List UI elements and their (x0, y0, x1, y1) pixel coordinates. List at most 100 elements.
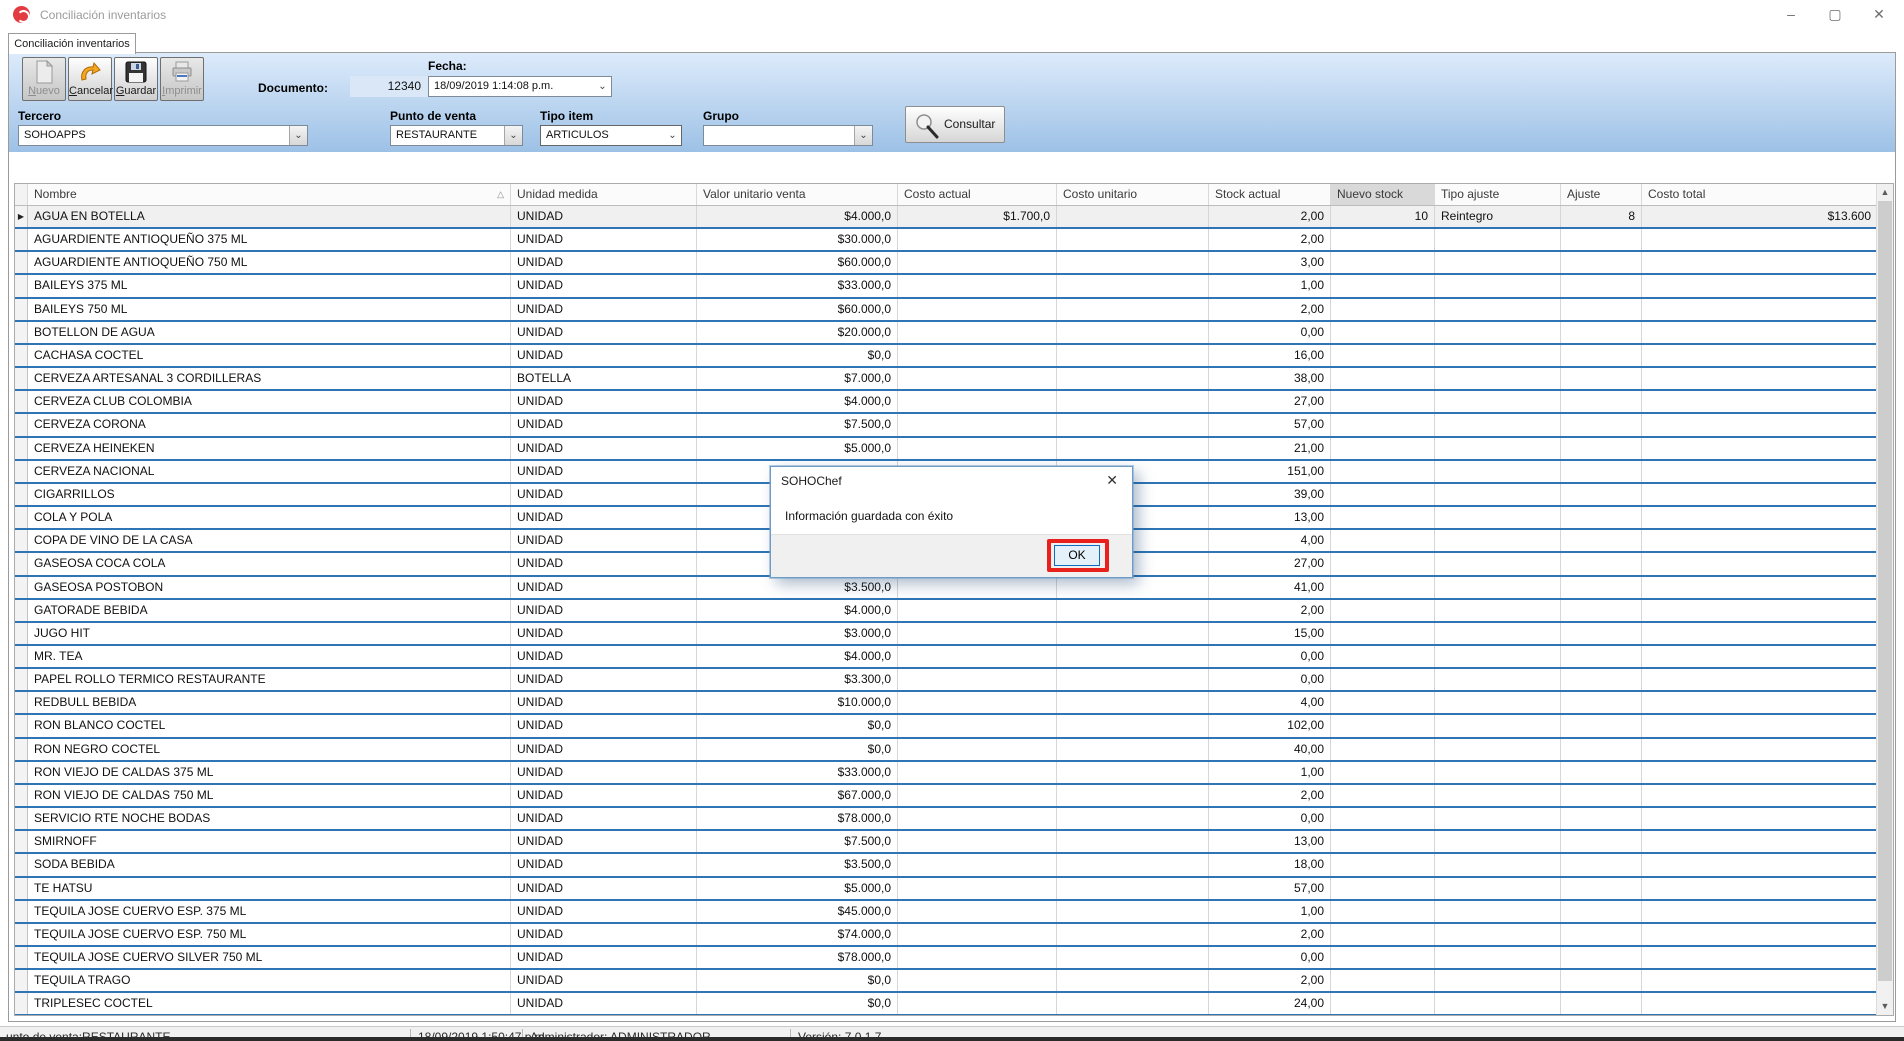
cell-ajuste[interactable] (1561, 623, 1642, 644)
column-header-ajuste[interactable]: Ajuste (1561, 184, 1642, 205)
cell-costo-unitario[interactable] (1057, 739, 1209, 760)
table-row[interactable]: TEQUILA JOSE CUERVO ESP. 375 MLUNIDAD$45… (15, 901, 1878, 924)
cell-ajuste[interactable] (1561, 461, 1642, 482)
cell-costo-total[interactable] (1642, 878, 1878, 899)
cell-costo-total[interactable] (1642, 646, 1878, 667)
cell-ajuste[interactable] (1561, 391, 1642, 412)
table-row[interactable]: RON VIEJO DE CALDAS 375 MLUNIDAD$33.000,… (15, 762, 1878, 785)
cell-nuevo-stock[interactable] (1331, 808, 1435, 829)
cell-tipo-ajuste[interactable] (1435, 993, 1561, 1014)
cell-nombre[interactable]: CERVEZA HEINEKEN (28, 438, 511, 459)
table-row[interactable]: BAILEYS 375 MLUNIDAD$33.000,01,00 (15, 275, 1878, 298)
cell-costo-unitario[interactable] (1057, 600, 1209, 621)
cell-tipo-ajuste[interactable] (1435, 692, 1561, 713)
cell-unidad-medida[interactable]: UNIDAD (511, 646, 697, 667)
cell-tipo-ajuste[interactable] (1435, 854, 1561, 875)
cell-stock-actual[interactable]: 1,00 (1209, 762, 1331, 783)
cell-unidad-medida[interactable]: UNIDAD (511, 785, 697, 806)
cell-nombre[interactable]: CERVEZA CLUB COLOMBIA (28, 391, 511, 412)
cell-unidad-medida[interactable]: UNIDAD (511, 600, 697, 621)
cell-ajuste[interactable] (1561, 299, 1642, 320)
cell-tipo-ajuste[interactable] (1435, 438, 1561, 459)
cell-nuevo-stock[interactable] (1331, 275, 1435, 296)
column-header-tipo-ajuste[interactable]: Tipo ajuste (1435, 184, 1561, 205)
table-row[interactable]: MR. TEAUNIDAD$4.000,00,00 (15, 646, 1878, 669)
cell-costo-unitario[interactable] (1057, 669, 1209, 690)
cell-valor-unitario-venta[interactable]: $0,0 (697, 715, 898, 736)
cell-nuevo-stock[interactable] (1331, 252, 1435, 273)
cell-nuevo-stock[interactable] (1331, 947, 1435, 968)
cell-stock-actual[interactable]: 4,00 (1209, 530, 1331, 551)
cell-tipo-ajuste[interactable] (1435, 970, 1561, 991)
cell-costo-unitario[interactable] (1057, 947, 1209, 968)
cell-costo-actual[interactable] (898, 577, 1057, 598)
cell-tipo-ajuste[interactable] (1435, 715, 1561, 736)
cell-nombre[interactable]: CERVEZA NACIONAL (28, 461, 511, 482)
cell-nuevo-stock[interactable] (1331, 901, 1435, 922)
cell-tipo-ajuste[interactable] (1435, 577, 1561, 598)
cell-nombre[interactable]: GATORADE BEBIDA (28, 600, 511, 621)
cell-ajuste[interactable] (1561, 577, 1642, 598)
cell-costo-total[interactable] (1642, 831, 1878, 852)
cell-valor-unitario-venta[interactable]: $10.000,0 (697, 692, 898, 713)
cell-tipo-ajuste[interactable] (1435, 507, 1561, 528)
cell-unidad-medida[interactable]: UNIDAD (511, 322, 697, 343)
documento-field[interactable]: 12340 (350, 76, 428, 97)
cell-ajuste[interactable] (1561, 553, 1642, 574)
table-row[interactable]: AGUARDIENTE ANTIOQUEÑO 750 MLUNIDAD$60.0… (15, 252, 1878, 275)
cell-ajuste[interactable] (1561, 438, 1642, 459)
table-row[interactable]: PAPEL ROLLO TERMICO RESTAURANTEUNIDAD$3.… (15, 669, 1878, 692)
cell-costo-total[interactable] (1642, 553, 1878, 574)
cell-costo-unitario[interactable] (1057, 993, 1209, 1014)
cell-stock-actual[interactable]: 151,00 (1209, 461, 1331, 482)
cell-valor-unitario-venta[interactable]: $0,0 (697, 345, 898, 366)
cell-tipo-ajuste[interactable] (1435, 600, 1561, 621)
cell-stock-actual[interactable]: 1,00 (1209, 275, 1331, 296)
cell-costo-actual[interactable]: $1.700,0 (898, 206, 1057, 227)
cell-nuevo-stock[interactable] (1331, 414, 1435, 435)
cell-stock-actual[interactable]: 2,00 (1209, 785, 1331, 806)
table-row[interactable]: CERVEZA HEINEKENUNIDAD$5.000,021,00 (15, 438, 1878, 461)
cell-tipo-ajuste[interactable] (1435, 275, 1561, 296)
column-header-costo-unitario[interactable]: Costo unitario (1057, 184, 1209, 205)
cell-costo-unitario[interactable] (1057, 229, 1209, 250)
cell-nuevo-stock[interactable] (1331, 438, 1435, 459)
cell-costo-actual[interactable] (898, 878, 1057, 899)
cell-costo-unitario[interactable] (1057, 808, 1209, 829)
cell-valor-unitario-venta[interactable]: $5.000,0 (697, 438, 898, 459)
cell-tipo-ajuste[interactable]: Reintegro (1435, 206, 1561, 227)
cell-ajuste[interactable] (1561, 530, 1642, 551)
cell-stock-actual[interactable]: 4,00 (1209, 692, 1331, 713)
table-row[interactable]: SODA BEBIDAUNIDAD$3.500,018,00 (15, 854, 1878, 877)
cell-valor-unitario-venta[interactable]: $45.000,0 (697, 901, 898, 922)
chevron-down-icon[interactable]: ⌄ (854, 126, 872, 145)
cell-valor-unitario-venta[interactable]: $78.000,0 (697, 808, 898, 829)
cell-nombre[interactable]: SODA BEBIDA (28, 854, 511, 875)
cell-costo-actual[interactable] (898, 970, 1057, 991)
cell-nombre[interactable]: CIGARRILLOS (28, 484, 511, 505)
cell-unidad-medida[interactable]: UNIDAD (511, 993, 697, 1014)
cell-nombre[interactable]: RON NEGRO COCTEL (28, 739, 511, 760)
cell-ajuste[interactable] (1561, 229, 1642, 250)
cell-tipo-ajuste[interactable] (1435, 762, 1561, 783)
cell-costo-unitario[interactable] (1057, 206, 1209, 227)
cell-valor-unitario-venta[interactable]: $4.000,0 (697, 600, 898, 621)
cell-stock-actual[interactable]: 2,00 (1209, 924, 1331, 945)
cell-nombre[interactable]: COLA Y POLA (28, 507, 511, 528)
cell-unidad-medida[interactable]: UNIDAD (511, 414, 697, 435)
cell-nombre[interactable]: TEQUILA JOSE CUERVO SILVER 750 ML (28, 947, 511, 968)
cell-nombre[interactable]: TRIPLESEC COCTEL (28, 993, 511, 1014)
cell-costo-total[interactable] (1642, 345, 1878, 366)
cell-nuevo-stock[interactable] (1331, 762, 1435, 783)
cell-nombre[interactable]: CERVEZA CORONA (28, 414, 511, 435)
cell-nombre[interactable]: BAILEYS 750 ML (28, 299, 511, 320)
table-row[interactable]: SMIRNOFFUNIDAD$7.500,013,00 (15, 831, 1878, 854)
cell-tipo-ajuste[interactable] (1435, 785, 1561, 806)
cell-valor-unitario-venta[interactable]: $3.000,0 (697, 623, 898, 644)
cell-costo-unitario[interactable] (1057, 970, 1209, 991)
cell-valor-unitario-venta[interactable]: $78.000,0 (697, 947, 898, 968)
cell-costo-unitario[interactable] (1057, 878, 1209, 899)
cell-nombre[interactable]: TEQUILA TRAGO (28, 970, 511, 991)
cell-nuevo-stock[interactable] (1331, 461, 1435, 482)
column-header-unidad-medida[interactable]: Unidad medida (511, 184, 697, 205)
